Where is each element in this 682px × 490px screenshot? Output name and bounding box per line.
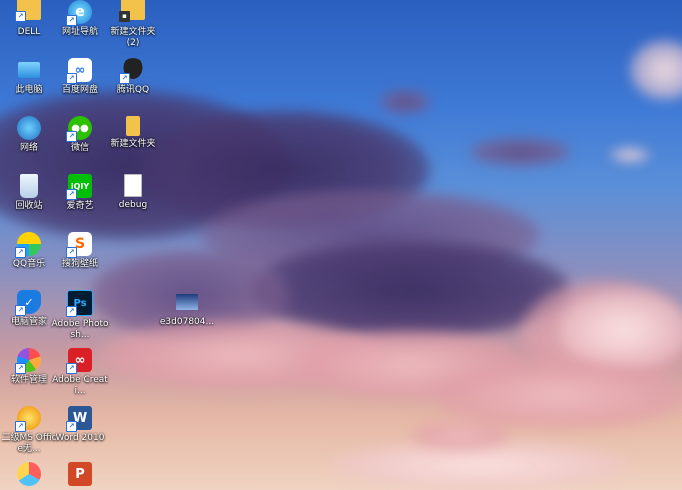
desktop-icon-network[interactable]: 网络 [0, 116, 58, 154]
desktop-icon-label: 微信 [70, 143, 89, 153]
powerpoint-icon: P [68, 462, 92, 486]
folder-icon: ▪ [119, 0, 145, 22]
desktop-icon-label: QQ音乐 [12, 259, 46, 269]
desktop-icon-label: e3d07804... [159, 317, 215, 327]
desktop-icon-label: 爱奇艺 [66, 201, 94, 211]
desktop-icon-photoshop[interactable]: Ps ↗ Adobe Photosh... [51, 290, 109, 341]
desktop-icon-web-navigation[interactable]: e ↗ 网址导航 [51, 0, 109, 38]
computer-icon [18, 62, 40, 78]
qq-penguin-icon: ↗ [119, 58, 145, 84]
desktop-icon-pc-manager[interactable]: ✓ ↗ 电脑管家 [0, 290, 58, 328]
desktop-icon-label: 此电脑 [15, 85, 43, 95]
pc-manager-icon: ✓ ↗ [15, 290, 41, 316]
desktop-icon-recycle-bin[interactable]: 回收站 [0, 174, 58, 212]
desktop-icon-label: Adobe Creati... [52, 375, 108, 396]
folder-icon [126, 116, 140, 136]
desktop-icon-baidu-netdisk[interactable]: ∞ ↗ 百度网盘 [51, 58, 109, 96]
desktop-icon-label: 新建文件夹 [110, 139, 156, 149]
desktop-icon-app[interactable] [0, 462, 58, 489]
desktop-icon-label: 搜狗壁纸 [61, 259, 98, 269]
desktop-icon-wechat[interactable]: ●● ↗ 微信 [51, 116, 109, 154]
desktop-icon-label: 腾讯QQ [116, 85, 150, 95]
desktop-icon-label: Word 2010 [55, 433, 105, 443]
wechat-icon: ●● ↗ [66, 116, 92, 142]
desktop-icon-label: 网络 [19, 143, 38, 153]
iqiyi-icon: iQIY ↗ [66, 174, 92, 200]
desktop-icon-ms-office-exam[interactable]: ↗ 二级MS Office无... [0, 406, 58, 455]
desktop-icon-label: Adobe Photosh... [51, 319, 109, 340]
desktop-icon-iqiyi[interactable]: iQIY ↗ 爱奇艺 [51, 174, 109, 212]
desktop: ↗ DELL 此电脑 网络 回收站 ↗ QQ音乐 ✓ ↗ 电脑管家 ↗ 软件管理… [0, 0, 682, 490]
desktop-icon-creative-cloud[interactable]: ∞ ↗ Adobe Creati... [51, 348, 109, 397]
desktop-icon-label: 百度网盘 [61, 85, 98, 95]
desktop-icon-label: DELL [17, 27, 41, 37]
desktop-icon-this-pc[interactable]: 此电脑 [0, 58, 58, 96]
desktop-icon-label: 新建文件夹 (2) [110, 27, 156, 48]
folder-icon: ↗ [15, 0, 41, 22]
desktop-icon-label: 软件管理 [10, 375, 47, 385]
desktop-icon-new-folder[interactable]: 新建文件夹 [104, 116, 162, 150]
photoshop-icon: Ps ↗ [66, 290, 93, 317]
ms-office-exam-icon: ↗ [15, 406, 41, 432]
desktop-icon-debug[interactable]: debug [104, 174, 162, 211]
desktop-icon-label: 回收站 [15, 201, 43, 211]
desktop-icon-image-file[interactable]: e3d07804... [158, 290, 216, 328]
sogou-wallpaper-icon: S ↗ [66, 232, 92, 258]
desktop-icon-qq-music[interactable]: ↗ QQ音乐 [0, 232, 58, 270]
document-icon [124, 174, 142, 197]
recycle-bin-icon [20, 174, 38, 198]
qq-music-icon: ↗ [15, 232, 41, 258]
desktop-icon-new-folder-2[interactable]: ▪ 新建文件夹 (2) [104, 0, 162, 49]
desktop-icon-label: 二级MS Office无... [1, 433, 57, 454]
desktop-icon-label: 电脑管家 [10, 317, 47, 327]
desktop-icon-dell[interactable]: ↗ DELL [0, 0, 58, 38]
desktop-icon-powerpoint[interactable]: P [51, 462, 109, 489]
desktop-icon-word-2010[interactable]: W ↗ Word 2010 [51, 406, 109, 444]
desktop-icon-software-manager[interactable]: ↗ 软件管理 [0, 348, 58, 386]
word-icon: W ↗ [66, 406, 92, 432]
network-icon [17, 116, 41, 140]
baidu-netdisk-icon: ∞ ↗ [66, 58, 92, 84]
creative-cloud-icon: ∞ ↗ [66, 348, 92, 374]
ie-browser-icon: e ↗ [66, 0, 92, 26]
image-file-icon [176, 294, 198, 310]
desktop-icon-sogou-wallpaper[interactable]: S ↗ 搜狗壁纸 [51, 232, 109, 270]
software-manager-icon: ↗ [15, 348, 41, 374]
app-icon [17, 462, 41, 486]
desktop-icon-label: 网址导航 [61, 27, 98, 37]
desktop-icon-tencent-qq[interactable]: ↗ 腾讯QQ [104, 58, 162, 96]
desktop-icon-label: debug [118, 200, 148, 210]
